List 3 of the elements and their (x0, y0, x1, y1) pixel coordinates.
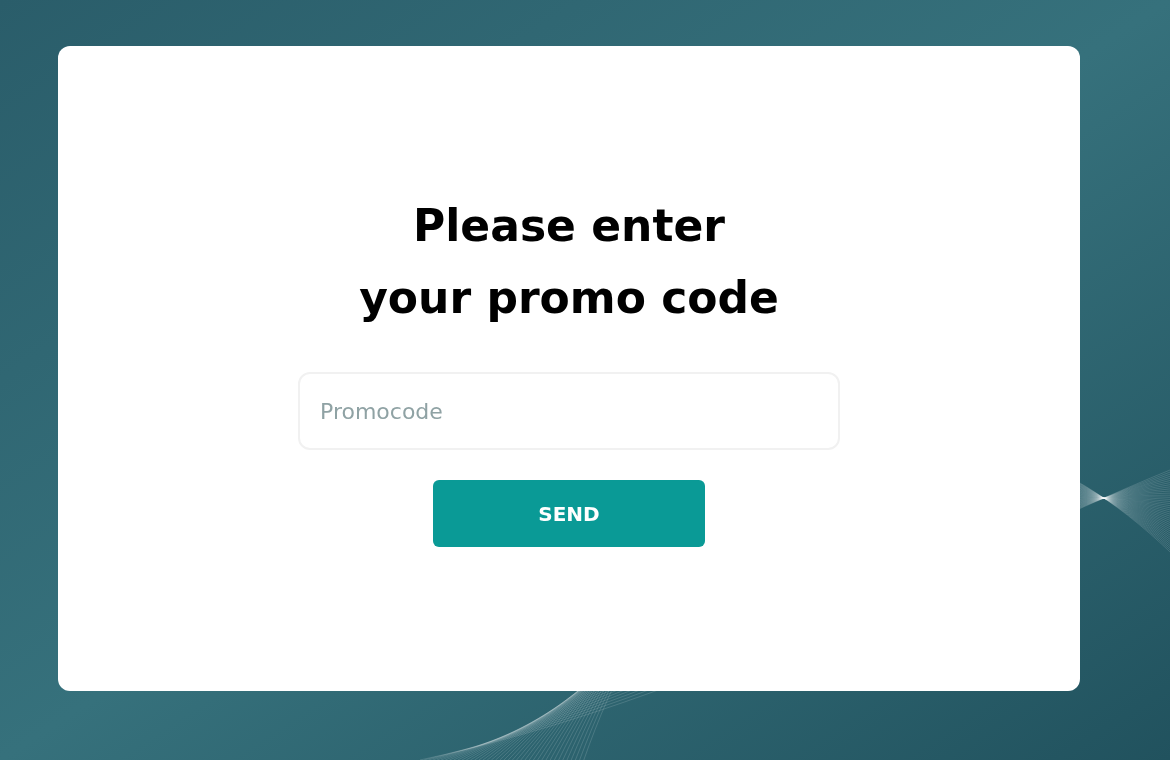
promo-code-field[interactable]: Promocode (298, 372, 840, 450)
send-button[interactable]: SEND (433, 480, 705, 547)
heading: Please enter your promo code (359, 199, 779, 325)
